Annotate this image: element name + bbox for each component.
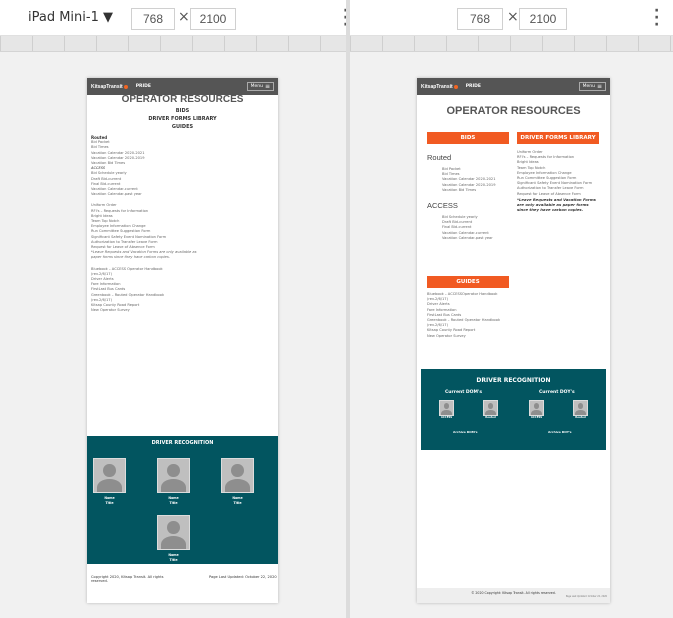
list-item[interactable]: Greenbook – Routed Operator Handbook (re… — [91, 293, 181, 303]
logo-text: KitsapTransit — [421, 83, 453, 90]
avatar — [221, 458, 254, 493]
times-sign: × — [178, 9, 190, 25]
device-select[interactable]: iPad Mini-1 ▼ — [28, 10, 113, 25]
current-doy-heading: Current DOY's — [539, 390, 575, 395]
list-item[interactable]: Greenbook – Routed Operator Handbook (re… — [427, 318, 517, 328]
archive-doy-link[interactable]: Archive DOY's — [548, 430, 572, 435]
avatar — [93, 458, 126, 493]
guides-link[interactable]: GUIDES — [87, 123, 278, 131]
access-list: Bid Schedule yearly Draft Bid-current Fi… — [91, 171, 274, 197]
ruler — [0, 36, 346, 52]
device-name: iPad Mini-1 — [28, 10, 99, 25]
card-title: Title — [169, 557, 178, 562]
guides-list: Bluebook – ACCESS Operator Handbook (rev… — [91, 267, 181, 314]
forms-list: Uniform Order RFI's – Requests for Infor… — [91, 203, 274, 260]
logo[interactable]: KitsapTransit — [91, 84, 128, 90]
forms-bar[interactable]: DRIVER FORMS LIBRARY — [517, 132, 599, 144]
width-input[interactable]: 768 — [457, 8, 503, 30]
device-toolbar: iPad Mini-1 ▼ 768 × 2100 ··· — [0, 0, 346, 36]
forms-note: *Leave Requests and Vacation Forms are o… — [91, 250, 197, 260]
archive-dom-link[interactable]: Archive DOM's — [453, 430, 478, 435]
logo-text: KitsapTransit — [91, 83, 123, 90]
bids-column: Routed Bid Packet Bid Times Vacation Cal… — [427, 153, 515, 241]
card-label: ACCESS — [440, 416, 453, 419]
menu-button[interactable]: Menu ≡ — [246, 82, 274, 91]
right-preview-pane: 768 × 2100 · · · KitsapTransit PRIDE Menu ≡… — [350, 0, 673, 618]
logo[interactable]: KitsapTransit — [421, 84, 458, 90]
height-input[interactable]: 2100 — [190, 8, 236, 30]
kebab-icon[interactable]: ··· — [654, 4, 659, 32]
avatar — [483, 400, 498, 416]
recognition-card[interactable]: Name Title — [93, 458, 126, 505]
ruler — [350, 36, 673, 52]
footer-updated: Page Last Updated: October 22, 2020 — [209, 575, 277, 579]
guides-bar[interactable]: GUIDES — [427, 276, 509, 288]
recognition-title: DRIVER RECOGNITION — [476, 377, 551, 384]
avatar — [157, 458, 190, 493]
content-list: Routed Bid Packet Bid Times Vacation Cal… — [87, 131, 278, 314]
desktop-page-preview: KitsapTransit PRIDE Menu ≡ OPERATOR RESOU… — [417, 78, 610, 603]
logo-dot-icon — [123, 84, 128, 89]
recognition-title: DRIVER RECOGNITION — [151, 440, 214, 446]
routed-heading: Routed — [427, 153, 452, 162]
bids-bar[interactable]: BIDS — [427, 132, 509, 144]
driver-recognition-section: DRIVER RECOGNITION Current DOM's Current… — [421, 369, 606, 450]
avatar — [529, 400, 544, 416]
site-header: KitsapTransit PRIDE Menu ≡ — [417, 78, 610, 95]
mobile-page-preview: KitsapTransit PRIDE Menu ≡ OPERATOR RESOU… — [87, 78, 278, 603]
forms-link[interactable]: DRIVER FORMS LIBRARY — [87, 115, 278, 123]
driver-recognition-section: DRIVER RECOGNITION Name Title Name Title… — [87, 436, 278, 564]
recognition-card[interactable]: Name Title — [221, 458, 254, 505]
recognition-card[interactable]: ACCESS — [439, 400, 454, 421]
device-toolbar: 768 × 2100 · · · — [350, 0, 673, 36]
card-title: Title — [233, 500, 242, 505]
nav-pride[interactable]: PRIDE — [466, 84, 481, 89]
footer-copyright: Copyright 2020, Kitsap Transit. All righ… — [91, 575, 164, 583]
recognition-card[interactable]: ACCESS — [529, 400, 544, 421]
card-title: Title — [169, 500, 178, 505]
times-sign: × — [507, 9, 519, 25]
site-header: KitsapTransit PRIDE Menu ≡ — [87, 78, 278, 95]
menu-label: Menu — [582, 84, 595, 89]
list-item[interactable]: New Operator Survey — [91, 308, 181, 313]
width-input[interactable]: 768 — [131, 8, 175, 30]
hamburger-icon: ≡ — [596, 82, 602, 90]
routed-list: Bid Packet Bid Times Vacation Calendar 2… — [91, 140, 274, 166]
nav-pride[interactable]: PRIDE — [136, 84, 151, 89]
menu-label: Menu — [250, 84, 263, 89]
avatar — [157, 515, 190, 550]
card-label: Routed — [485, 416, 496, 419]
recognition-card[interactable]: Name Title — [157, 458, 190, 505]
forms-note: *Leave Requests and Vacation Forms are o… — [517, 196, 596, 213]
bids-link[interactable]: BIDS — [87, 107, 278, 115]
menu-button[interactable]: Menu ≡ — [578, 82, 606, 91]
card-label: ACCESS — [530, 416, 543, 419]
access-heading: ACCESS — [427, 201, 458, 211]
list-item[interactable]: Vacation Bid Times — [442, 188, 515, 193]
left-preview-pane: iPad Mini-1 ▼ 768 × 2100 ··· KitsapTrans… — [0, 0, 346, 618]
recognition-card[interactable]: Name Title — [157, 515, 190, 562]
guides-column: Bluebook – ACCESSOperator Handbook (rev.… — [427, 292, 517, 339]
forms-column: Uniform Order RFI's – Requests for Infor… — [517, 150, 601, 212]
avatar — [573, 400, 588, 416]
card-label: Routed — [575, 416, 586, 419]
site-footer: © 2020 Copyright: Kitsap Transit. All ri… — [417, 588, 610, 603]
routed-list: Bid Packet Bid Times Vacation Calendar 2… — [427, 167, 515, 193]
footer-updated: Page Last Updated: October 22, 2020 — [565, 595, 607, 598]
list-item[interactable]: Bluebook – ACCESSOperator Handbook (rev.… — [427, 292, 517, 302]
current-dom-heading: Current DOM's — [445, 390, 483, 395]
page-title: OPERATOR RESOURCES — [446, 105, 581, 117]
access-list: Bid Schedule yearly Draft Bid-current Fi… — [427, 215, 515, 241]
recognition-card[interactable]: Routed — [573, 400, 588, 421]
page-title: OPERATOR RESOURCES — [121, 94, 244, 105]
height-input[interactable]: 2100 — [519, 8, 567, 30]
list-item[interactable]: Vacation Calendar-past year — [442, 236, 515, 241]
card-title: Title — [105, 500, 114, 505]
logo-dot-icon — [453, 84, 458, 89]
hamburger-icon: ≡ — [264, 82, 270, 90]
list-item[interactable]: New Operator Survey — [427, 334, 517, 339]
list-item[interactable]: Bluebook – ACCESS Operator Handbook (rev… — [91, 267, 181, 277]
avatar — [439, 400, 454, 416]
recognition-card[interactable]: Routed — [483, 400, 498, 421]
